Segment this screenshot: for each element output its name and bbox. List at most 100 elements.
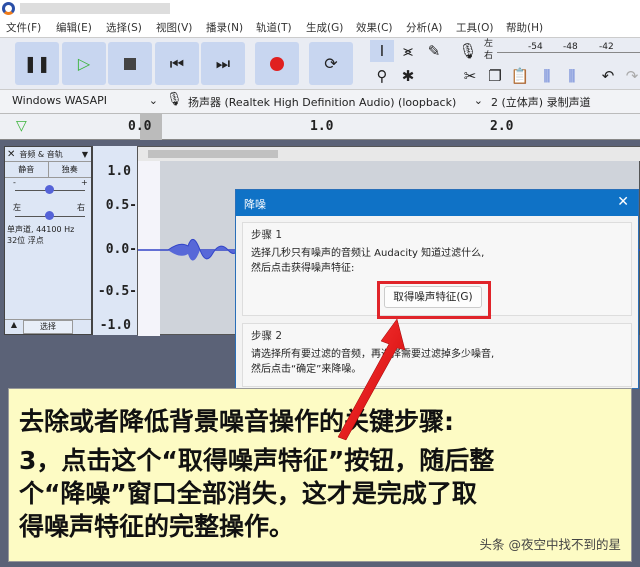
solo-button[interactable]: 独奏	[49, 162, 92, 177]
envelope-tool[interactable]: ⪤	[396, 40, 420, 62]
annotation-caption: 去除或者降低背景噪音操作的关键步骤: 3，点击这个“取得噪声特征”按钮，随后整 …	[8, 388, 632, 562]
step2-title: 步骤 2	[251, 330, 283, 342]
select-track-button[interactable]: 选择	[23, 320, 73, 334]
recording-channels-select[interactable]: 2 (立体声) 录制声道	[491, 94, 591, 110]
dialog-title: 降噪	[244, 198, 266, 211]
pan-right-label: 右	[77, 203, 85, 212]
skip-start-button[interactable]: ⏮	[155, 42, 199, 85]
step1-text: 然后点击获得噪声特征:	[251, 263, 355, 274]
gain-minus-label: -	[13, 178, 16, 187]
loop-icon: ⟳	[324, 54, 338, 73]
trim-button[interactable]: ⫼	[535, 65, 559, 87]
gain-slider-thumb[interactable]	[45, 185, 54, 194]
clip-title-bar[interactable]	[138, 147, 640, 161]
device-toolbar: Windows WASAPI ⌄ 🎙 扬声器 (Realtek High Defi…	[0, 89, 640, 113]
step2-text: 请选择所有要过滤的音频，再选择需要过滤掉多少噪音,	[251, 349, 495, 360]
track-format-info: 单声道, 44100 Hz	[7, 225, 75, 234]
meter-bar[interactable]	[497, 52, 640, 53]
menu-analyze[interactable]: 分析(A)	[400, 17, 450, 37]
record-button[interactable]	[255, 42, 299, 85]
cut-button[interactable]: ✂	[458, 65, 482, 87]
menu-file[interactable]: 文件(F)	[0, 17, 50, 37]
pan-left-label: 左	[13, 203, 21, 212]
track-control-panel: ✕ 音频 & 音轨 ▼ 静音 独奏 - + 左 右 单声道, 44100 Hz …	[4, 146, 92, 335]
collapse-track-icon[interactable]: ▲	[5, 320, 23, 334]
redo-button[interactable]: ↷	[620, 65, 640, 87]
caption-text: 3，点击这个“取得噪声特征”按钮，随后整	[19, 446, 495, 475]
magnifier-icon: ⚲	[376, 67, 388, 85]
envelope-icon: ⪤	[403, 42, 413, 60]
menu-select[interactable]: 选择(S)	[100, 17, 150, 37]
menu-effect[interactable]: 效果(C)	[350, 17, 400, 37]
caption-text: 个“降噪”窗口全部消失，这才是完成了取	[19, 479, 477, 508]
clipboard-icon: 📋	[510, 67, 530, 85]
toolbar: ❚❚ ▷ ⏮ ⏭ ⟳ I ⪤ ✎ ⚲ ✱ 🎙 左右 -54 -48 -42 ✂ …	[0, 37, 640, 89]
redo-icon: ↷	[625, 67, 639, 85]
track-name-menu[interactable]: 音频 & 音轨	[19, 149, 62, 160]
audio-host-select[interactable]: Windows WASAPI ⌄	[12, 94, 160, 107]
ruler-label: 0.0	[128, 119, 152, 134]
undo-button[interactable]: ↶	[596, 65, 620, 87]
pencil-icon: ✎	[427, 42, 441, 60]
menu-edit[interactable]: 编辑(E)	[50, 17, 100, 37]
paste-button[interactable]: 📋	[508, 65, 532, 87]
menu-tracks[interactable]: 轨道(T)	[250, 17, 300, 37]
copy-button[interactable]: ❐	[483, 65, 507, 87]
recording-device-select[interactable]: 扬声器 (Realtek High Definition Audio) (loo…	[188, 94, 483, 110]
recording-device-value: 扬声器 (Realtek High Definition Audio) (loo…	[188, 96, 457, 109]
menu-transport[interactable]: 播录(N)	[200, 17, 250, 37]
multi-tool[interactable]: ✱	[396, 65, 420, 87]
scale-label: -0.5-	[97, 284, 137, 299]
microphone-icon: 🎙	[166, 92, 183, 107]
meter-channel-labels: 左右	[484, 38, 493, 62]
play-head-triangle-icon[interactable]: ▽	[16, 118, 27, 134]
record-meter-button[interactable]: 🎙	[456, 40, 480, 62]
scale-label: 0.5-	[105, 198, 137, 213]
step2-group: 步骤 2 请选择所有要过滤的音频，再选择需要过滤掉多少噪音, 然后点击“确定”来…	[242, 323, 632, 387]
stop-icon	[124, 57, 136, 70]
loop-button[interactable]: ⟳	[309, 42, 353, 85]
play-button[interactable]: ▷	[62, 42, 106, 85]
scale-label: -1.0	[99, 318, 131, 333]
silence-button[interactable]: ⫼	[560, 65, 584, 87]
draw-tool[interactable]: ✎	[422, 40, 446, 62]
play-icon: ▷	[77, 54, 91, 73]
menu-tools[interactable]: 工具(O)	[450, 17, 500, 37]
blurred-title	[20, 3, 170, 14]
track-menu-arrow-icon[interactable]: ▼	[82, 150, 88, 159]
dialog-title-bar: 降噪 ✕	[236, 190, 638, 216]
scale-label: 1.0	[107, 164, 131, 179]
chevron-down-icon: ⌄	[148, 94, 158, 107]
pause-button[interactable]: ❚❚	[15, 42, 59, 85]
meter-tick: -42	[599, 42, 614, 52]
highlight-box	[377, 281, 491, 319]
menu-view[interactable]: 视图(V)	[150, 17, 200, 37]
microphone-icon: 🎙	[458, 42, 478, 60]
pause-icon: ❚❚	[23, 54, 51, 73]
audio-host-value: Windows WASAPI	[12, 94, 107, 107]
i-beam-icon: I	[379, 42, 385, 60]
selection-tool[interactable]: I	[370, 40, 394, 62]
scissors-icon: ✂	[463, 67, 477, 85]
mute-button[interactable]: 静音	[5, 162, 49, 177]
menu-generate[interactable]: 生成(G)	[300, 17, 350, 37]
scale-label: 0.0-	[105, 242, 137, 257]
pan-slider[interactable]: 左 右	[5, 200, 91, 224]
close-icon[interactable]: ✕	[617, 194, 629, 210]
skip-end-button[interactable]: ⏭	[201, 42, 245, 85]
menu-bar: 文件(F) 编辑(E) 选择(S) 视图(V) 播录(N) 轨道(T) 生成(G…	[0, 17, 640, 37]
menu-help[interactable]: 帮助(H)	[500, 17, 550, 37]
pan-slider-thumb[interactable]	[45, 211, 54, 220]
close-track-icon[interactable]: ✕	[7, 149, 15, 160]
track-sample-format: 32位 浮点	[7, 236, 44, 245]
timeline-ruler[interactable]: ▽ 0.0 1.0 2.0	[0, 113, 640, 140]
chevron-down-icon: ⌄	[473, 94, 483, 107]
audacity-logo-icon	[2, 2, 15, 15]
meter-tick: -54	[528, 42, 543, 52]
stop-button[interactable]	[108, 42, 152, 85]
zoom-tool[interactable]: ⚲	[370, 65, 394, 87]
ruler-label: 2.0	[490, 119, 514, 134]
amplitude-scale: 1.0 0.5- 0.0- -0.5- -1.0	[92, 146, 137, 335]
gain-slider[interactable]: - +	[5, 178, 91, 200]
meter-left-label: 左	[484, 39, 494, 49]
